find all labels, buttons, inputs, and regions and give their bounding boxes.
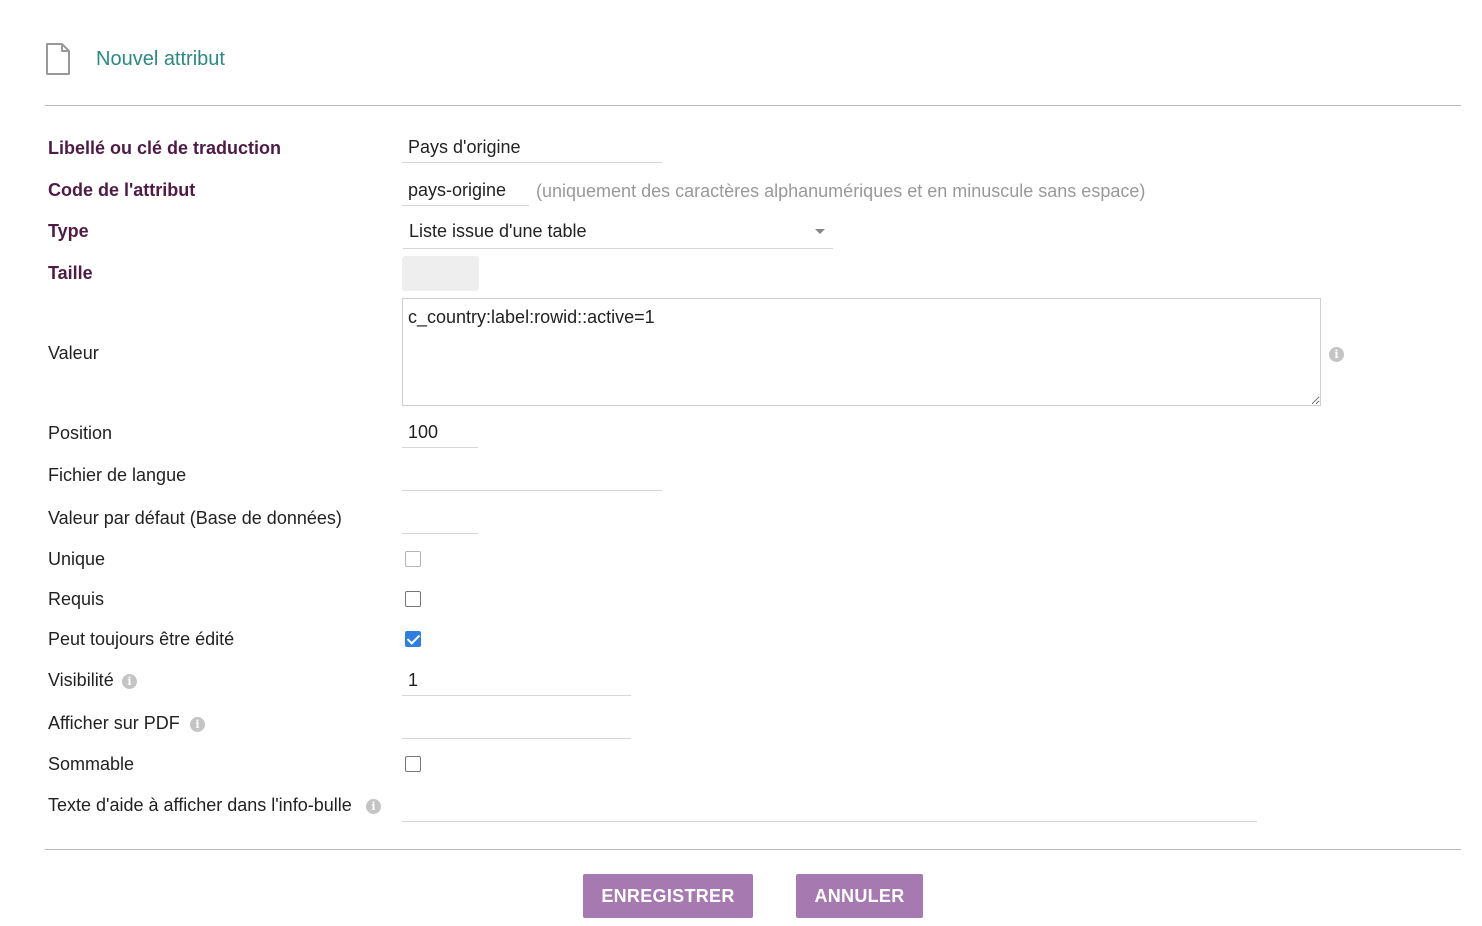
langfile-input[interactable] (402, 461, 662, 491)
label-valeur: Valeur (48, 343, 99, 363)
page-title: Nouvel attribut (96, 48, 225, 70)
label-libelle: Libellé ou clé de traduction (48, 138, 282, 158)
visibility-input[interactable] (402, 666, 631, 696)
valeur-textarea[interactable]: c_country:label:rowid::active=1 (402, 298, 1321, 406)
label-type: Type (48, 221, 89, 241)
default-input[interactable] (402, 504, 478, 534)
label-unique: Unique (48, 549, 106, 569)
label-totalizable: Sommable (48, 754, 135, 774)
label-help: Texte d'aide à afficher dans l'info-bull… (48, 795, 352, 815)
libelle-input[interactable] (402, 133, 662, 163)
totalizable-checkbox[interactable] (405, 756, 421, 772)
required-checkbox[interactable] (405, 591, 421, 607)
help-info-icon: i (366, 799, 381, 814)
save-button[interactable]: ENREGISTRER (583, 874, 753, 918)
label-position: Position (48, 423, 113, 443)
cancel-button[interactable]: ANNULER (796, 874, 923, 918)
pdf-input[interactable] (402, 709, 631, 739)
divider-bottom (45, 849, 1461, 850)
type-select-value: Liste issue d'une table (409, 221, 587, 241)
info-icon: i (1329, 347, 1344, 362)
pdf-info-icon: i (190, 717, 205, 732)
chevron-down-icon (815, 229, 825, 234)
unique-checkbox[interactable] (405, 551, 421, 567)
file-icon (46, 43, 70, 75)
label-pdf: Afficher sur PDF (48, 713, 180, 733)
label-default: Valeur par défaut (Base de données) (48, 508, 342, 528)
divider-top (45, 105, 1461, 106)
label-code: Code de l'attribut (48, 180, 196, 200)
always-editable-checkbox[interactable] (405, 631, 421, 647)
size-input (402, 256, 479, 291)
position-input[interactable] (402, 418, 478, 448)
label-langfile: Fichier de langue (48, 465, 187, 485)
visibility-info-icon: i (122, 674, 137, 689)
label-always-editable: Peut toujours être édité (48, 629, 235, 649)
label-visibility: Visibilité (48, 670, 114, 690)
help-input[interactable] (402, 792, 1257, 822)
label-required: Requis (48, 589, 105, 609)
code-input[interactable] (402, 176, 529, 206)
label-taille: Taille (48, 263, 93, 283)
type-select[interactable]: Liste issue d'une table (403, 217, 833, 249)
code-hint: (uniquement des caractères alphanumériqu… (536, 181, 1146, 201)
